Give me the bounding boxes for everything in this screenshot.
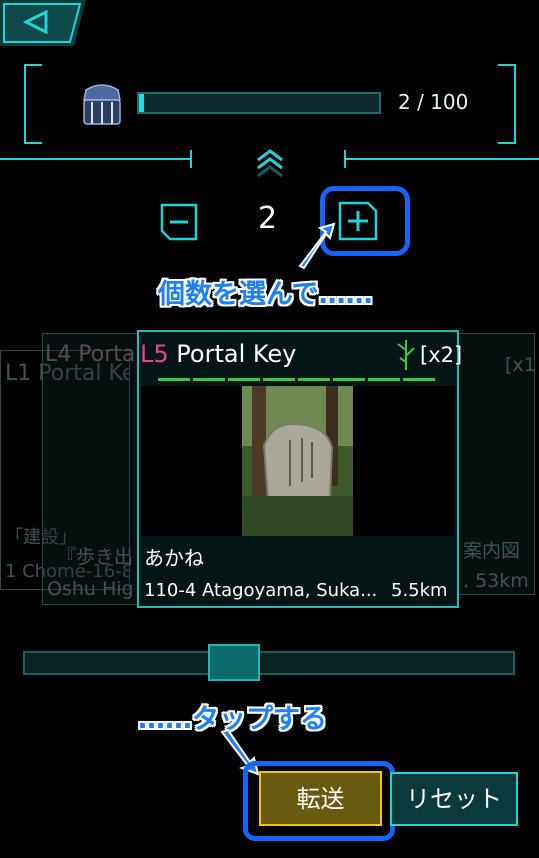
portal-address: 110-4 Atagoyama, Suka...	[144, 580, 378, 601]
capsule-capacity-bar	[137, 92, 381, 114]
transfer-highlight-box	[243, 761, 395, 841]
portal-photo	[242, 386, 353, 536]
card-scroll-slider[interactable]	[23, 651, 515, 675]
ghost-card-right[interactable]: [x1] 案内図 . 53km	[458, 333, 535, 595]
resonator-segment	[193, 378, 225, 381]
resonator-segment	[298, 378, 330, 381]
separator-left	[0, 158, 192, 160]
portal-name: あかね	[144, 546, 204, 570]
resonator-segment	[263, 378, 295, 381]
slider-thumb[interactable]	[207, 644, 260, 681]
separator-right	[346, 158, 539, 160]
resonator-segment	[333, 378, 365, 381]
ghost-card-line: 案内図	[463, 540, 521, 562]
separator-left-tick	[190, 150, 192, 168]
faction-leaf-icon	[397, 340, 415, 370]
minus-icon	[160, 203, 198, 241]
card-level: L5	[140, 340, 169, 368]
card-title: L5 Portal Key	[140, 340, 296, 368]
capsule-icon	[83, 84, 121, 125]
card-multiplier: [x2]	[420, 343, 463, 367]
resonator-segment	[228, 378, 260, 381]
resonator-segment	[403, 378, 435, 381]
back-button[interactable]	[0, 0, 86, 46]
ghost-card-line: Oshu Hig	[47, 578, 134, 600]
reset-button[interactable]: リセット	[390, 772, 518, 826]
quantity-value: 2	[258, 201, 278, 236]
resonator-segment	[368, 378, 400, 381]
separator-right-tick	[344, 150, 346, 168]
resonator-segment	[158, 378, 190, 381]
callout-arrow-1	[298, 222, 336, 270]
callout-select-count: 個数を選んで……	[158, 279, 373, 310]
capsule-capacity-fill	[139, 94, 144, 112]
ghost-card-line: . 53km	[463, 570, 529, 592]
ghost-card-left[interactable]: L4 Portal 『歩き出 Oshu Hig	[42, 333, 138, 605]
portal-distance: 5.5km	[391, 580, 448, 601]
ghost-card-mult: [x1]	[505, 354, 535, 376]
card-item-name: Portal Key	[176, 340, 297, 368]
capsule-count: 2 / 100	[398, 90, 469, 114]
decrease-quantity-button[interactable]	[160, 203, 198, 241]
collapse-chevron-icon[interactable]	[254, 148, 286, 178]
ghost-card-title: L4 Portal	[45, 342, 138, 367]
ghost-card-line: 『歩き出	[57, 546, 134, 568]
